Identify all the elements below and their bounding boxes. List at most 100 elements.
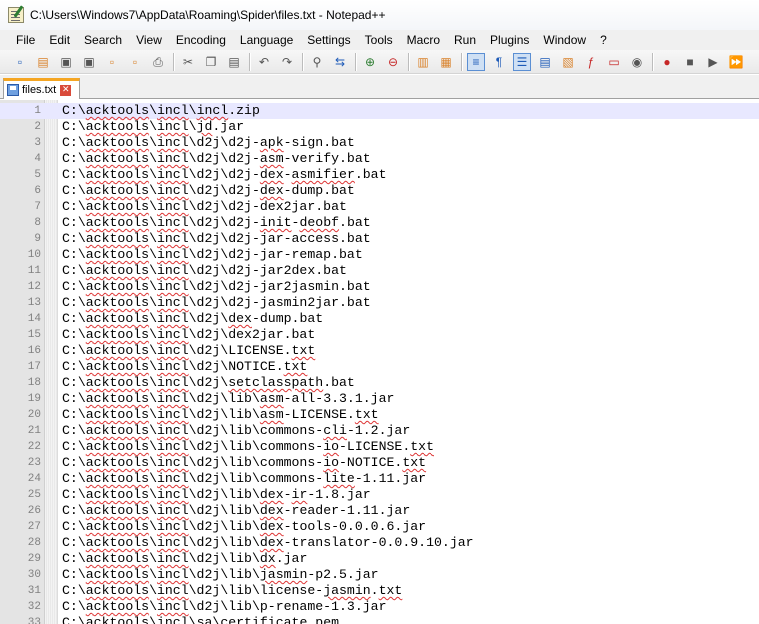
replace-icon[interactable]: ⇆ xyxy=(331,53,349,71)
zoom-in-icon[interactable]: ⊕ xyxy=(361,53,379,71)
editor-line[interactable]: 6 C:\acktools\incl\d2j\d2j-dex-dump.bat xyxy=(0,183,759,199)
spellcheck-flagged-word: acktools xyxy=(85,247,150,262)
monitoring-icon[interactable]: ◉ xyxy=(628,53,646,71)
editor-line[interactable]: 31 C:\acktools\incl\d2j\lib\license-jasmi… xyxy=(0,583,759,599)
indent-guide-icon[interactable]: ☰ xyxy=(513,52,531,71)
editor-line[interactable]: 11 C:\acktools\incl\d2j\d2j-jar2dex.bat xyxy=(0,263,759,279)
menu-edit[interactable]: Edit xyxy=(42,30,77,50)
editor-line[interactable]: 8 C:\acktools\incl\d2j\d2j-init-deobf.bat xyxy=(0,215,759,231)
spellcheck-flagged-word: incl xyxy=(156,295,189,310)
menu-file[interactable]: File xyxy=(9,30,42,50)
spellcheck-flagged-word: incl xyxy=(156,583,189,598)
editor-line[interactable]: 24 C:\acktools\incl\d2j\lib\commons-lite-… xyxy=(0,471,759,487)
editor-line[interactable]: 4 C:\acktools\incl\d2j\d2j-asm-verify.bat xyxy=(0,151,759,167)
line-text: C:\acktools\incl\d2j\lib\dex-translator-… xyxy=(62,535,474,550)
word-wrap-icon[interactable]: ≡ xyxy=(467,52,485,71)
editor-line[interactable]: 3 C:\acktools\incl\d2j\d2j-apk-sign.bat xyxy=(0,135,759,151)
play-macro-icon[interactable]: ▶ xyxy=(704,53,722,71)
spellcheck-flagged-word: asm xyxy=(259,407,284,422)
find-icon[interactable]: ⚲ xyxy=(308,53,326,71)
editor-line[interactable]: 26 C:\acktools\incl\d2j\lib\dex-reader-1.… xyxy=(0,503,759,519)
save-icon[interactable]: ▣ xyxy=(57,53,75,71)
line-text: C:\acktools\incl\d2j\d2j-jar2dex.bat xyxy=(62,263,347,278)
menu-help[interactable]: ? xyxy=(593,30,614,50)
editor-line[interactable]: 9 C:\acktools\incl\d2j\d2j-jar-access.bat xyxy=(0,231,759,247)
editor-line[interactable]: 19 C:\acktools\incl\d2j\lib\asm-all-3.3.1… xyxy=(0,391,759,407)
editor-line[interactable]: 22 C:\acktools\incl\d2j\lib\commons-io-LI… xyxy=(0,439,759,455)
record-macro-icon[interactable]: ● xyxy=(658,53,676,71)
save-all-icon[interactable]: ▣ xyxy=(80,53,98,71)
editor-line[interactable]: 25 C:\acktools\incl\d2j\lib\dex-ir-1.8.ja… xyxy=(0,487,759,503)
print-icon[interactable]: ⎙ xyxy=(149,53,167,71)
editor-line[interactable]: 16 C:\acktools\incl\d2j\LICENSE.txt xyxy=(0,343,759,359)
line-text: C:\acktools\incl\d2j\LICENSE.txt xyxy=(62,343,316,358)
editor-line[interactable]: 2 C:\acktools\incl\jd.jar xyxy=(0,119,759,135)
editor[interactable]: 1 C:\acktools\incl\incl.zip 2 C:\acktools\i… xyxy=(0,100,759,624)
line-text: C:\acktools\incl\d2j\lib\license-jasmin.… xyxy=(62,583,403,598)
editor-line[interactable]: 21 C:\acktools\incl\d2j\lib\commons-cli-1… xyxy=(0,423,759,439)
editor-line[interactable]: 7 C:\acktools\incl\d2j\d2j-dex2jar.bat xyxy=(0,199,759,215)
folder-workspace-icon[interactable]: ▭ xyxy=(605,53,623,71)
paste-icon[interactable]: ▤ xyxy=(225,53,243,71)
sync-horizontal-icon[interactable]: ▦ xyxy=(437,53,455,71)
menu-plugins[interactable]: Plugins xyxy=(483,30,536,50)
menu-language[interactable]: Language xyxy=(233,30,300,50)
editor-line[interactable]: 30 C:\acktools\incl\d2j\lib\jasmin-p2.5.j… xyxy=(0,567,759,583)
menu-macro[interactable]: Macro xyxy=(400,30,447,50)
editor-line[interactable]: 32 C:\acktools\incl\d2j\lib\p-rename-1.3.… xyxy=(0,599,759,615)
stop-macro-icon[interactable]: ■ xyxy=(681,53,699,71)
spellcheck-flagged-word: incl xyxy=(156,199,189,214)
line-text: C:\acktools\incl\d2j\d2j-asm-verify.bat xyxy=(62,151,371,166)
editor-line[interactable]: 18 C:\acktools\incl\d2j\setclasspath.bat xyxy=(0,375,759,391)
editor-line[interactable]: 14 C:\acktools\incl\d2j\dex-dump.bat xyxy=(0,311,759,327)
open-file-icon[interactable]: ▤ xyxy=(34,53,52,71)
menu-view[interactable]: View xyxy=(129,30,169,50)
spellcheck-flagged-word: incl xyxy=(156,279,189,294)
close-icon[interactable]: ▫ xyxy=(103,53,121,71)
menu-run[interactable]: Run xyxy=(447,30,483,50)
zoom-out-icon[interactable]: ⊖ xyxy=(384,53,402,71)
menu-encoding[interactable]: Encoding xyxy=(169,30,233,50)
cut-icon[interactable]: ✂ xyxy=(179,53,197,71)
line-number: 31 xyxy=(27,585,41,597)
toolbar-separator xyxy=(408,52,409,71)
line-text: C:\acktools\incl\d2j\d2j-dex-asmifier.ba… xyxy=(62,167,387,182)
editor-line[interactable]: 17 C:\acktools\incl\d2j\NOTICE.txt xyxy=(0,359,759,375)
editor-line[interactable]: 27 C:\acktools\incl\d2j\lib\dex-tools-0.0… xyxy=(0,519,759,535)
user-language-icon[interactable]: ▤ xyxy=(536,53,554,71)
menu-search[interactable]: Search xyxy=(77,30,129,50)
doc-map-icon[interactable]: ▧ xyxy=(559,53,577,71)
play-macro-multiple-icon[interactable]: ⏩ xyxy=(727,53,745,71)
editor-line[interactable]: 10 C:\acktools\incl\d2j\d2j-jar-remap.bat xyxy=(0,247,759,263)
redo-icon[interactable]: ↷ xyxy=(278,53,296,71)
line-number: 9 xyxy=(34,233,41,245)
window-title: C:\Users\Windows7\AppData\Roaming\Spider… xyxy=(30,8,386,22)
editor-line[interactable]: 1 C:\acktools\incl\incl.zip xyxy=(0,103,759,119)
new-file-icon[interactable]: ▫ xyxy=(11,53,29,71)
editor-line[interactable]: 5 C:\acktools\incl\d2j\d2j-dex-asmifier.b… xyxy=(0,167,759,183)
close-tab-icon[interactable]: ✕ xyxy=(60,84,72,96)
spellcheck-flagged-word: incl xyxy=(156,487,189,502)
spellcheck-flagged-word: incl xyxy=(156,535,189,550)
show-all-characters-icon[interactable]: ¶ xyxy=(490,53,508,71)
menu-bar: File Edit Search View Encoding Language Settin… xyxy=(0,30,759,50)
editor-line[interactable]: 23 C:\acktools\incl\d2j\lib\commons-io-NO… xyxy=(0,455,759,471)
menu-tools[interactable]: Tools xyxy=(358,30,400,50)
editor-line[interactable]: 29 C:\acktools\incl\d2j\lib\dx.jar xyxy=(0,551,759,567)
menu-window[interactable]: Window xyxy=(536,30,593,50)
editor-line[interactable]: 12 C:\acktools\incl\d2j\d2j-jar2jasmin.ba… xyxy=(0,279,759,295)
tab-files-txt[interactable]: files.txt ✕ xyxy=(3,78,80,99)
menu-settings[interactable]: Settings xyxy=(300,30,357,50)
editor-line[interactable]: 15 C:\acktools\incl\d2j\dex2jar.bat xyxy=(0,327,759,343)
spellcheck-flagged-word: txt xyxy=(354,407,379,422)
editor-line[interactable]: 20 C:\acktools\incl\d2j\lib\asm-LICENSE.t… xyxy=(0,407,759,423)
editor-line[interactable]: 28 C:\acktools\incl\d2j\lib\dex-translato… xyxy=(0,535,759,551)
spellcheck-flagged-word: acktools xyxy=(85,471,150,486)
editor-line[interactable]: 13 C:\acktools\incl\d2j\d2j-jasmin2jar.ba… xyxy=(0,295,759,311)
sync-vertical-icon[interactable]: ▥ xyxy=(414,53,432,71)
function-list-icon[interactable]: ƒ xyxy=(582,53,600,71)
copy-icon[interactable]: ❐ xyxy=(202,53,220,71)
undo-icon[interactable]: ↶ xyxy=(255,53,273,71)
editor-line[interactable]: 33 C:\acktools\incl\sa\certificate.pem xyxy=(0,615,759,624)
close-all-icon[interactable]: ▫ xyxy=(126,53,144,71)
